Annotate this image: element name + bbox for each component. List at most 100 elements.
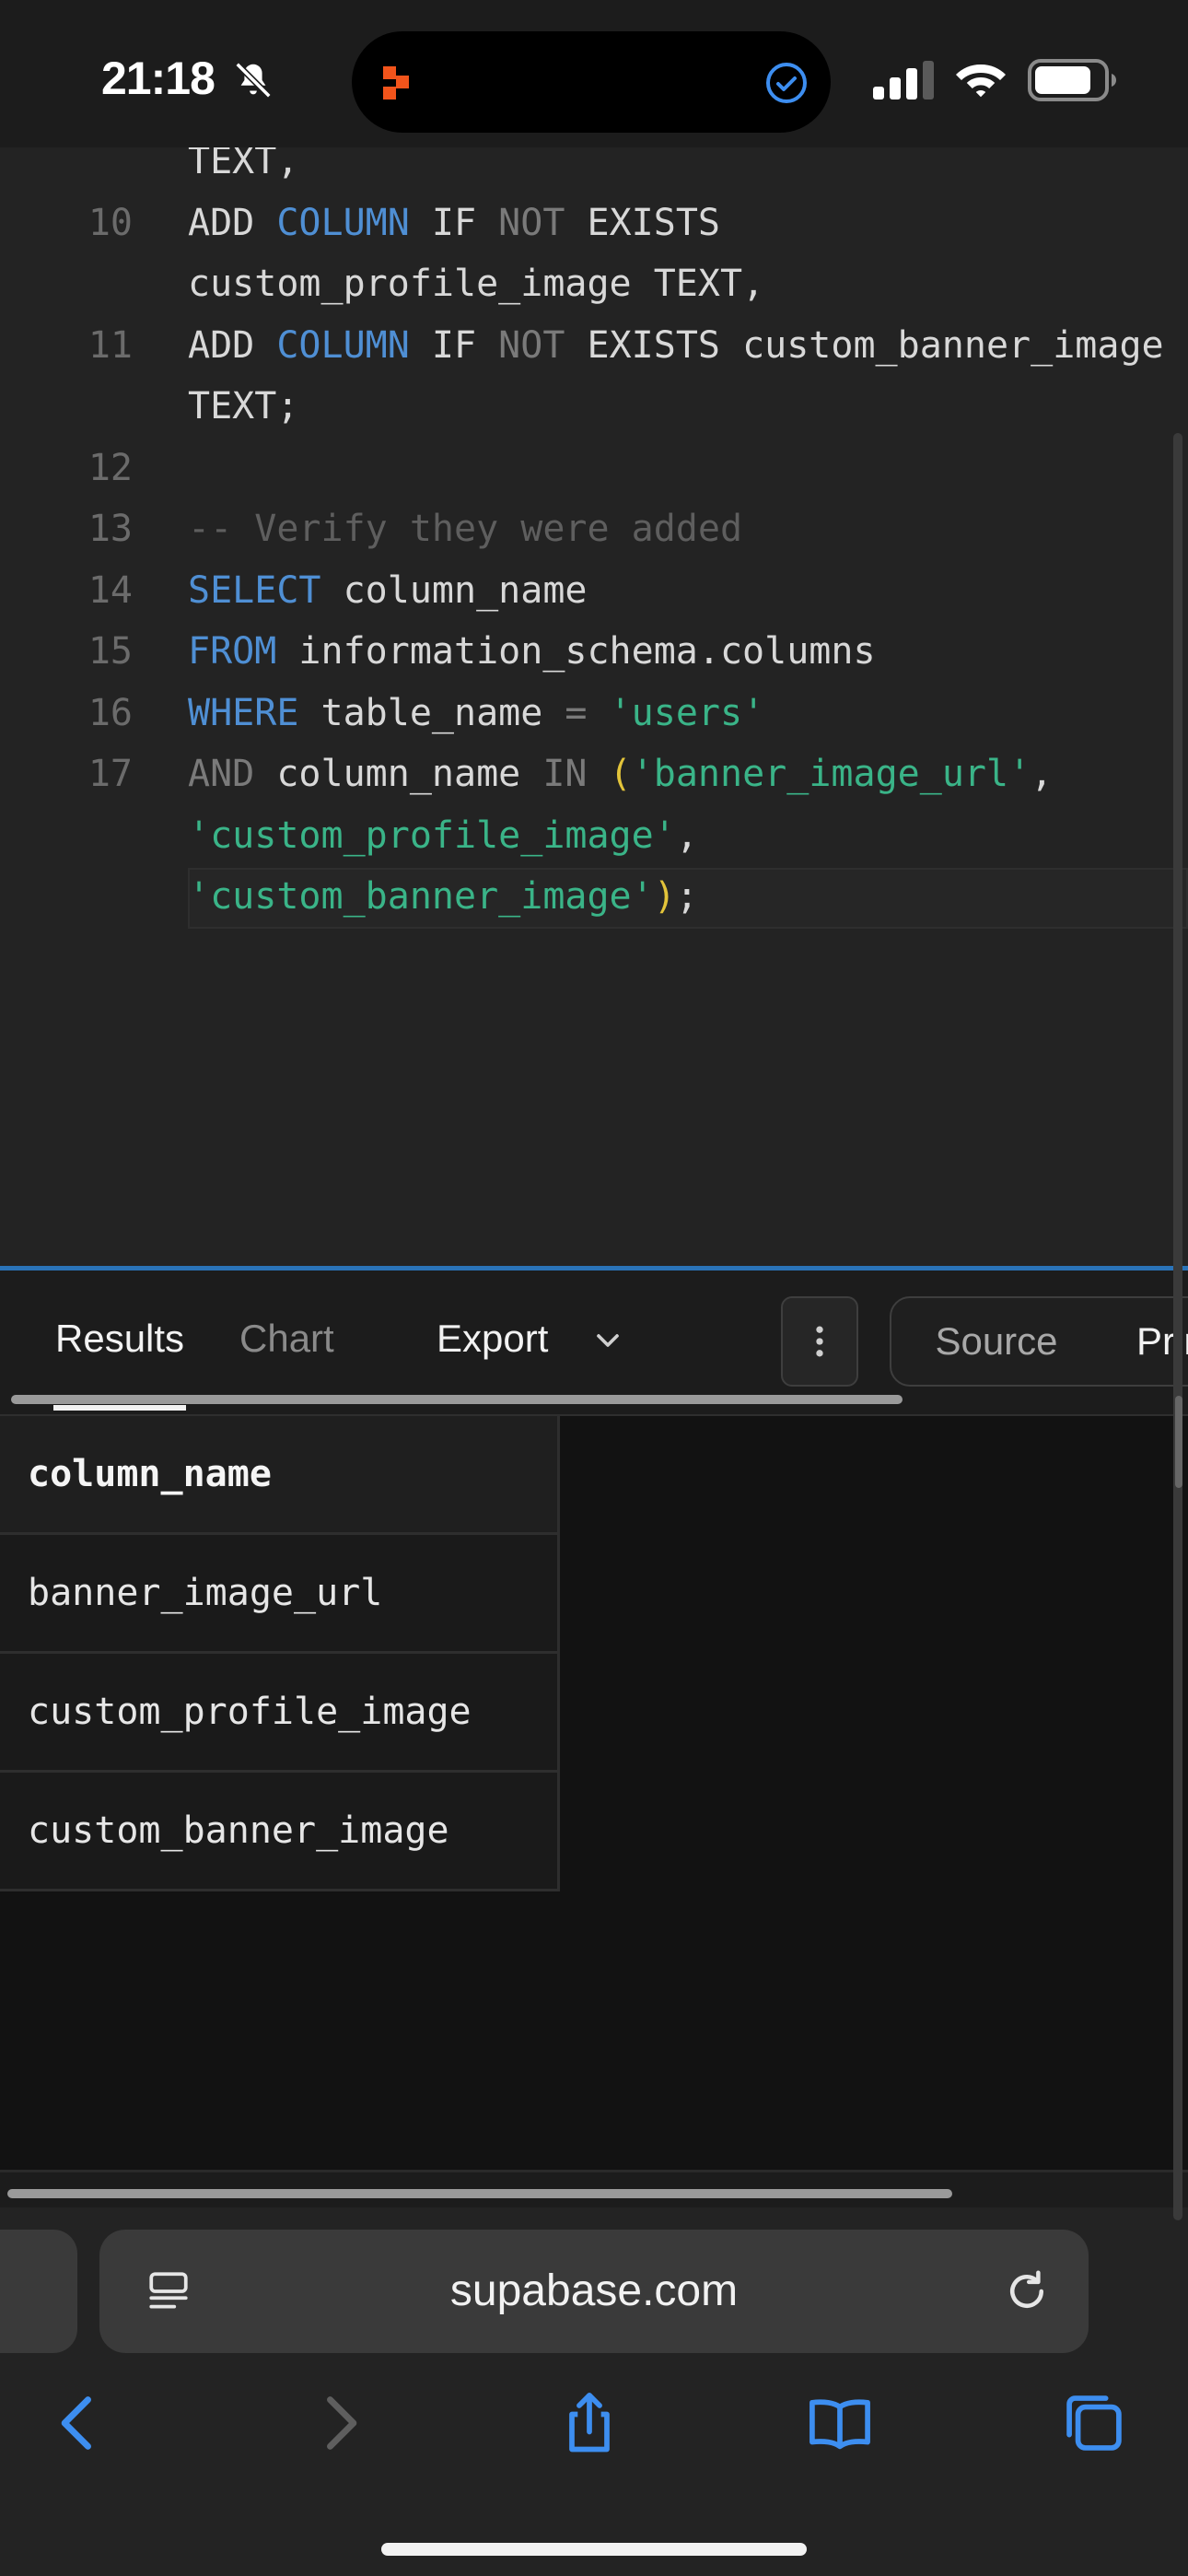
code-line[interactable]: 10 ADD COLUMN IF NOT EXISTS bbox=[0, 193, 1188, 253]
wifi-icon bbox=[956, 64, 1006, 98]
line-number: 11 bbox=[87, 323, 133, 367]
code-text[interactable]: custom_profile_image TEXT, bbox=[188, 253, 764, 314]
code-token: IF bbox=[409, 201, 499, 244]
tab-chart[interactable]: Chart bbox=[239, 1317, 334, 1361]
code-token: ( bbox=[609, 753, 632, 795]
code-text[interactable]: WHERE table_name = 'users' bbox=[188, 683, 764, 744]
code-token: column_name bbox=[320, 568, 588, 612]
back-icon[interactable] bbox=[44, 2388, 114, 2458]
code-line[interactable]: 13 -- Verify they were added bbox=[0, 498, 1188, 559]
app-activity-icon bbox=[383, 66, 409, 100]
line-number: 10 bbox=[87, 201, 133, 244]
grid-horizontal-scrollbar[interactable] bbox=[7, 2189, 952, 2198]
code-line[interactable]: 14 SELECT column_name bbox=[0, 560, 1188, 621]
share-icon[interactable] bbox=[554, 2388, 624, 2458]
code-text[interactable]: SELECT column_name bbox=[188, 560, 587, 621]
code-text[interactable]: ADD COLUMN IF NOT EXISTS custom_banner_i… bbox=[188, 315, 1164, 376]
code-line[interactable]: 'custom_profile_image', bbox=[0, 805, 1188, 866]
tab-results[interactable]: Results bbox=[55, 1317, 184, 1361]
code-token: information_schema.columns bbox=[276, 630, 876, 673]
tabs-icon[interactable] bbox=[1059, 2388, 1129, 2458]
line-number: 16 bbox=[87, 691, 133, 734]
code-token: ADD bbox=[188, 323, 277, 367]
line-number: 15 bbox=[87, 630, 133, 673]
browser-toolbar: supabase.com bbox=[0, 2207, 1188, 2576]
editor-scrollbar[interactable] bbox=[1173, 433, 1182, 2220]
code-line[interactable]: 17 AND column_name IN ('banner_image_url'… bbox=[0, 744, 1188, 804]
sql-editor[interactable]: TEXT, 10 ADD COLUMN IF NOT EXISTS custom_pr… bbox=[0, 138, 1188, 1267]
results-grid: column_name banner_image_url custom_prof… bbox=[0, 1416, 560, 1891]
reload-icon[interactable] bbox=[1002, 2266, 1052, 2316]
url-text[interactable]: supabase.com bbox=[99, 2230, 1089, 2353]
table-row[interactable]: custom_profile_image bbox=[0, 1654, 557, 1773]
code-line[interactable]: 12 bbox=[0, 438, 1188, 498]
code-text[interactable]: 'custom_profile_image', bbox=[188, 805, 698, 866]
code-text[interactable]: ADD COLUMN IF NOT EXISTS bbox=[188, 193, 720, 253]
code-token: TEXT; bbox=[188, 385, 299, 427]
dynamic-island bbox=[352, 31, 831, 133]
code-text[interactable]: AND column_name IN ('banner_image_url', bbox=[188, 744, 1053, 804]
more-options-button[interactable] bbox=[781, 1296, 858, 1387]
code-line[interactable]: 'custom_banner_image'); bbox=[0, 866, 1188, 927]
previous-tab-preview[interactable] bbox=[0, 2230, 77, 2353]
code-token: EXISTS bbox=[565, 201, 720, 244]
code-token: NOT bbox=[498, 323, 565, 367]
battery-icon bbox=[1028, 59, 1116, 101]
table-row[interactable]: banner_image_url bbox=[0, 1535, 557, 1654]
code-token: -- Verify they were added bbox=[188, 508, 743, 550]
code-token: AND bbox=[188, 753, 255, 795]
code-token: 'banner_image_url' bbox=[631, 753, 1031, 795]
code-text[interactable]: -- Verify they were added bbox=[188, 498, 742, 559]
code-token: EXISTS custom_banner_image bbox=[565, 323, 1164, 367]
code-token: 'users' bbox=[609, 691, 765, 734]
bell-slash-icon bbox=[235, 62, 272, 99]
code-token: COLUMN bbox=[276, 201, 410, 244]
bookmarks-icon[interactable] bbox=[805, 2388, 875, 2458]
code-token: table_name bbox=[298, 691, 565, 734]
table-row[interactable]: custom_banner_image bbox=[0, 1773, 557, 1891]
grid-bottom-border bbox=[0, 2170, 1188, 2172]
chevron-down-icon[interactable] bbox=[589, 1322, 626, 1359]
code-text[interactable]: 'custom_banner_image'); bbox=[188, 866, 698, 927]
code-token: column_name bbox=[254, 753, 543, 795]
code-line[interactable]: 15 FROM information_schema.columns bbox=[0, 621, 1188, 682]
line-number: 14 bbox=[87, 568, 133, 612]
code-line[interactable]: TEXT; bbox=[0, 376, 1188, 437]
more-vertical-icon bbox=[816, 1326, 823, 1357]
code-token: = bbox=[565, 691, 588, 734]
results-toolbar: Results Chart Export Source Primary bbox=[0, 1270, 1188, 1416]
code-token: FROM bbox=[188, 630, 277, 673]
code-token: ADD bbox=[188, 201, 277, 244]
code-token: , bbox=[675, 814, 698, 857]
code-line[interactable]: 11 ADD COLUMN IF NOT EXISTS custom_banner… bbox=[0, 315, 1188, 376]
home-indicator[interactable] bbox=[381, 2543, 807, 2556]
line-number: 12 bbox=[87, 446, 133, 489]
code-token: 'custom_profile_image' bbox=[188, 814, 676, 857]
check-circle-icon bbox=[766, 63, 807, 103]
code-token: IN bbox=[542, 753, 588, 795]
code-token: WHERE bbox=[188, 691, 299, 734]
forward-icon[interactable] bbox=[304, 2388, 374, 2458]
code-token: ; bbox=[675, 875, 698, 918]
results-grid-area: column_name banner_image_url custom_prof… bbox=[0, 1416, 1188, 2172]
code-text[interactable]: TEXT; bbox=[188, 376, 298, 437]
code-token: NOT bbox=[498, 201, 565, 244]
code-token: COLUMN bbox=[276, 323, 410, 367]
code-line[interactable]: 16 WHERE table_name = 'users' bbox=[0, 683, 1188, 744]
code-token: custom_profile_image TEXT, bbox=[188, 263, 765, 305]
status-time: 21:18 bbox=[101, 53, 215, 104]
line-number: 13 bbox=[87, 508, 133, 550]
export-button[interactable]: Export bbox=[437, 1317, 548, 1361]
code-token: , bbox=[1031, 753, 1054, 795]
code-token: IF bbox=[409, 323, 499, 367]
address-bar[interactable]: supabase.com bbox=[99, 2230, 1089, 2353]
editor-scrollbar-thumb[interactable] bbox=[1175, 1396, 1182, 1488]
status-bar: 21:18 bbox=[0, 0, 1188, 147]
toolbar-scrollbar[interactable] bbox=[11, 1395, 903, 1404]
column-header-column-name[interactable]: column_name bbox=[0, 1416, 557, 1535]
code-text[interactable]: FROM information_schema.columns bbox=[188, 621, 876, 682]
code-line[interactable]: custom_profile_image TEXT, bbox=[0, 253, 1188, 314]
source-button[interactable]: Source bbox=[890, 1296, 1103, 1387]
